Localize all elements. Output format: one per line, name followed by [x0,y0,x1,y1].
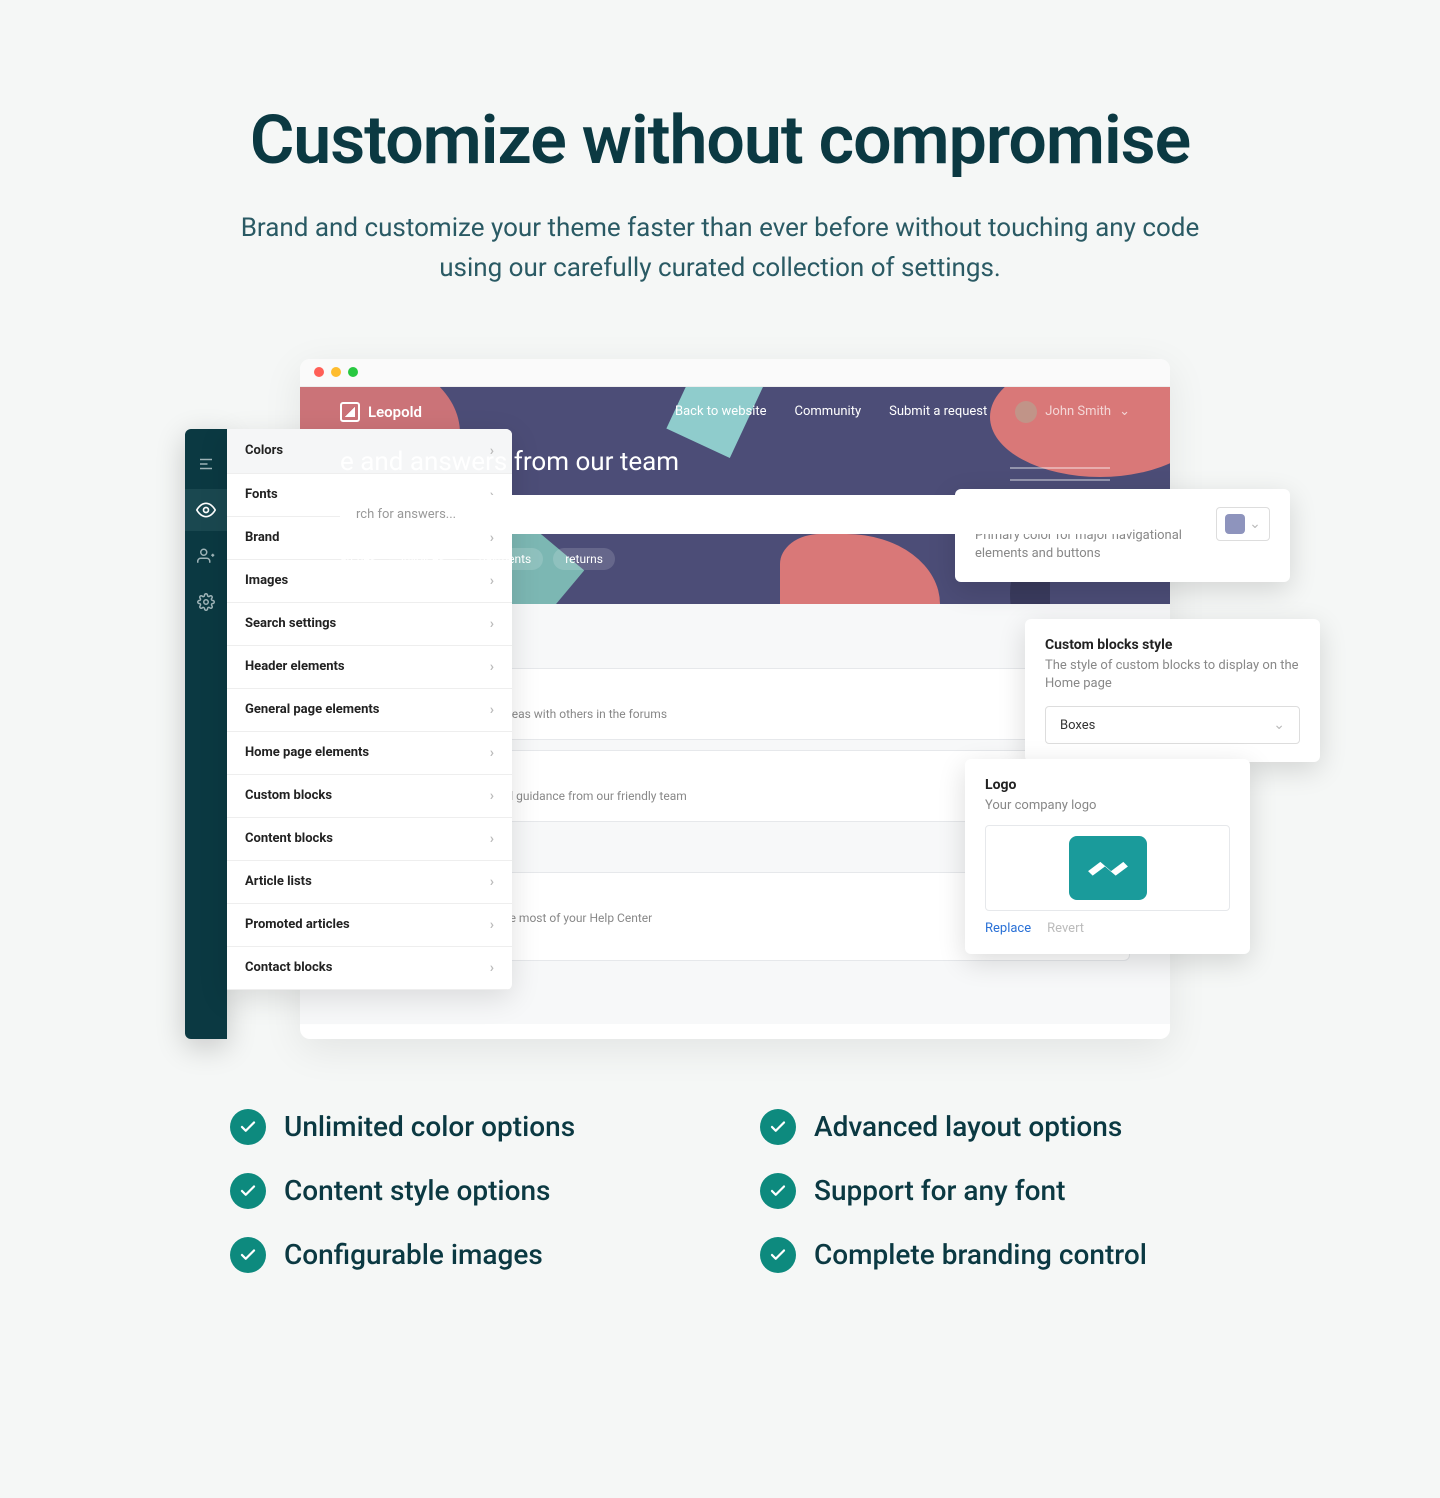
feature-item: Support for any font [760,1173,1210,1209]
chevron-right-icon: › [490,702,494,718]
chevron-right-icon: › [490,745,494,761]
select-custom-blocks[interactable]: Boxes ⌄ [1045,706,1300,744]
search-input[interactable]: rch for answers... [340,495,1130,534]
setting-label: Search settings [245,616,336,631]
nav-link[interactable]: Submit a request [889,404,987,419]
setting-label: Fonts [245,487,278,502]
setting-row[interactable]: Search settings › [227,603,512,646]
user-menu[interactable]: John Smith ⌄ [1015,401,1130,423]
setting-label: Header elements [245,659,345,674]
chevron-right-icon: › [490,616,494,632]
hero-title: e and answers from our team [340,447,1130,477]
subheadline: Brand and customize your theme faster th… [240,208,1200,289]
feature-item: Configurable images [230,1237,680,1273]
headline: Customize without compromise [60,100,1380,180]
check-icon [230,1109,266,1145]
color-swatch [1225,514,1245,534]
setting-label: Brand [245,530,279,545]
setting-row[interactable]: Custom blocks › [227,775,512,818]
setting-label: Images [245,573,288,588]
feature-label: Advanced layout options [814,1110,1122,1143]
nav-links: Back to website Community Submit a reque… [675,401,1130,423]
avatar [1015,401,1037,423]
nav-link[interactable]: Back to website [675,404,767,419]
chevron-down-icon: ⌄ [1119,404,1130,419]
select-value: Boxes [1060,718,1095,733]
feature-item: Advanced layout options [760,1109,1210,1145]
popular-label: arches: [340,552,379,566]
site-brand[interactable]: Leopold [340,402,422,422]
brand-logo-icon [340,402,360,422]
feature-label: Content style options [284,1174,550,1207]
replace-button[interactable]: Replace [985,921,1031,936]
panel-description: The style of custom blocks to display on… [1045,657,1300,695]
rail-item-layout[interactable] [185,443,227,485]
logo-image [1069,836,1147,900]
chevron-right-icon: › [490,831,494,847]
chevron-right-icon: › [490,917,494,933]
setting-label: General page elements [245,702,379,717]
feature-label: Unlimited color options [284,1110,575,1143]
rail-item-users[interactable] [185,535,227,577]
check-icon [760,1237,796,1273]
chevron-right-icon: › [490,659,494,675]
check-icon [760,1173,796,1209]
feature-item: Content style options [230,1173,680,1209]
features-grid: Unlimited color options Advanced layout o… [230,1109,1210,1273]
window-minimize-icon[interactable] [331,367,341,377]
check-icon [760,1109,796,1145]
settings-head-label: Colors [245,443,283,458]
setting-label: Article lists [245,874,312,889]
popular-searches: arches: invoices payments returns [340,548,1130,570]
feature-item: Unlimited color options [230,1109,680,1145]
logo-actions: Replace Revert [985,921,1230,936]
chevron-down-icon: ⌄ [1249,516,1261,532]
setting-row[interactable]: Contact blocks › [227,947,512,990]
setting-label: Promoted articles [245,917,350,932]
setting-row[interactable]: Content blocks › [227,818,512,861]
setting-label: Contact blocks [245,960,332,975]
search-tag[interactable]: invoices [389,548,457,570]
chevron-right-icon: › [490,573,494,589]
setting-label: Content blocks [245,831,333,846]
check-icon [230,1237,266,1273]
nav-link[interactable]: Community [795,404,862,419]
panel-custom-blocks: Custom blocks style The style of custom … [1025,619,1320,763]
top-navigation: Leopold Back to website Community Submit… [340,401,1130,423]
panel-description: Your company logo [985,797,1230,816]
color-picker-button[interactable]: ⌄ [1216,507,1270,541]
rail-item-settings[interactable] [185,581,227,623]
setting-label: Home page elements [245,745,369,760]
window-close-icon[interactable] [314,367,324,377]
panel-title: Logo [985,777,1230,793]
setting-row[interactable]: General page elements › [227,689,512,732]
feature-label: Complete branding control [814,1238,1147,1271]
window-titlebar [300,359,1170,387]
window-maximize-icon[interactable] [348,367,358,377]
feature-label: Configurable images [284,1238,543,1271]
setting-row[interactable]: Header elements › [227,646,512,689]
setting-row[interactable]: Home page elements › [227,732,512,775]
search-tag[interactable]: payments [467,548,544,570]
chevron-right-icon: › [490,960,494,976]
rail-item-preview[interactable] [185,489,227,531]
chevron-right-icon: › [490,788,494,804]
feature-item: Complete branding control [760,1237,1210,1273]
setting-row[interactable]: Promoted articles › [227,904,512,947]
brand-name: Leopold [368,403,422,421]
setting-row[interactable]: Article lists › [227,861,512,904]
chevron-down-icon: ⌄ [1273,717,1285,733]
user-name: John Smith [1045,404,1111,419]
feature-label: Support for any font [814,1174,1065,1207]
icon-rail [185,429,227,1039]
revert-button[interactable]: Revert [1047,921,1084,936]
screenshot-stage: Leopold Back to website Community Submit… [150,359,1290,1049]
check-icon [230,1173,266,1209]
search-tag[interactable]: returns [553,548,615,570]
logo-preview [985,825,1230,911]
panel-title: Custom blocks style [1045,637,1300,653]
panel-logo: Logo Your company logo Replace Revert [965,759,1250,955]
setting-label: Custom blocks [245,788,332,803]
chevron-right-icon: › [490,874,494,890]
